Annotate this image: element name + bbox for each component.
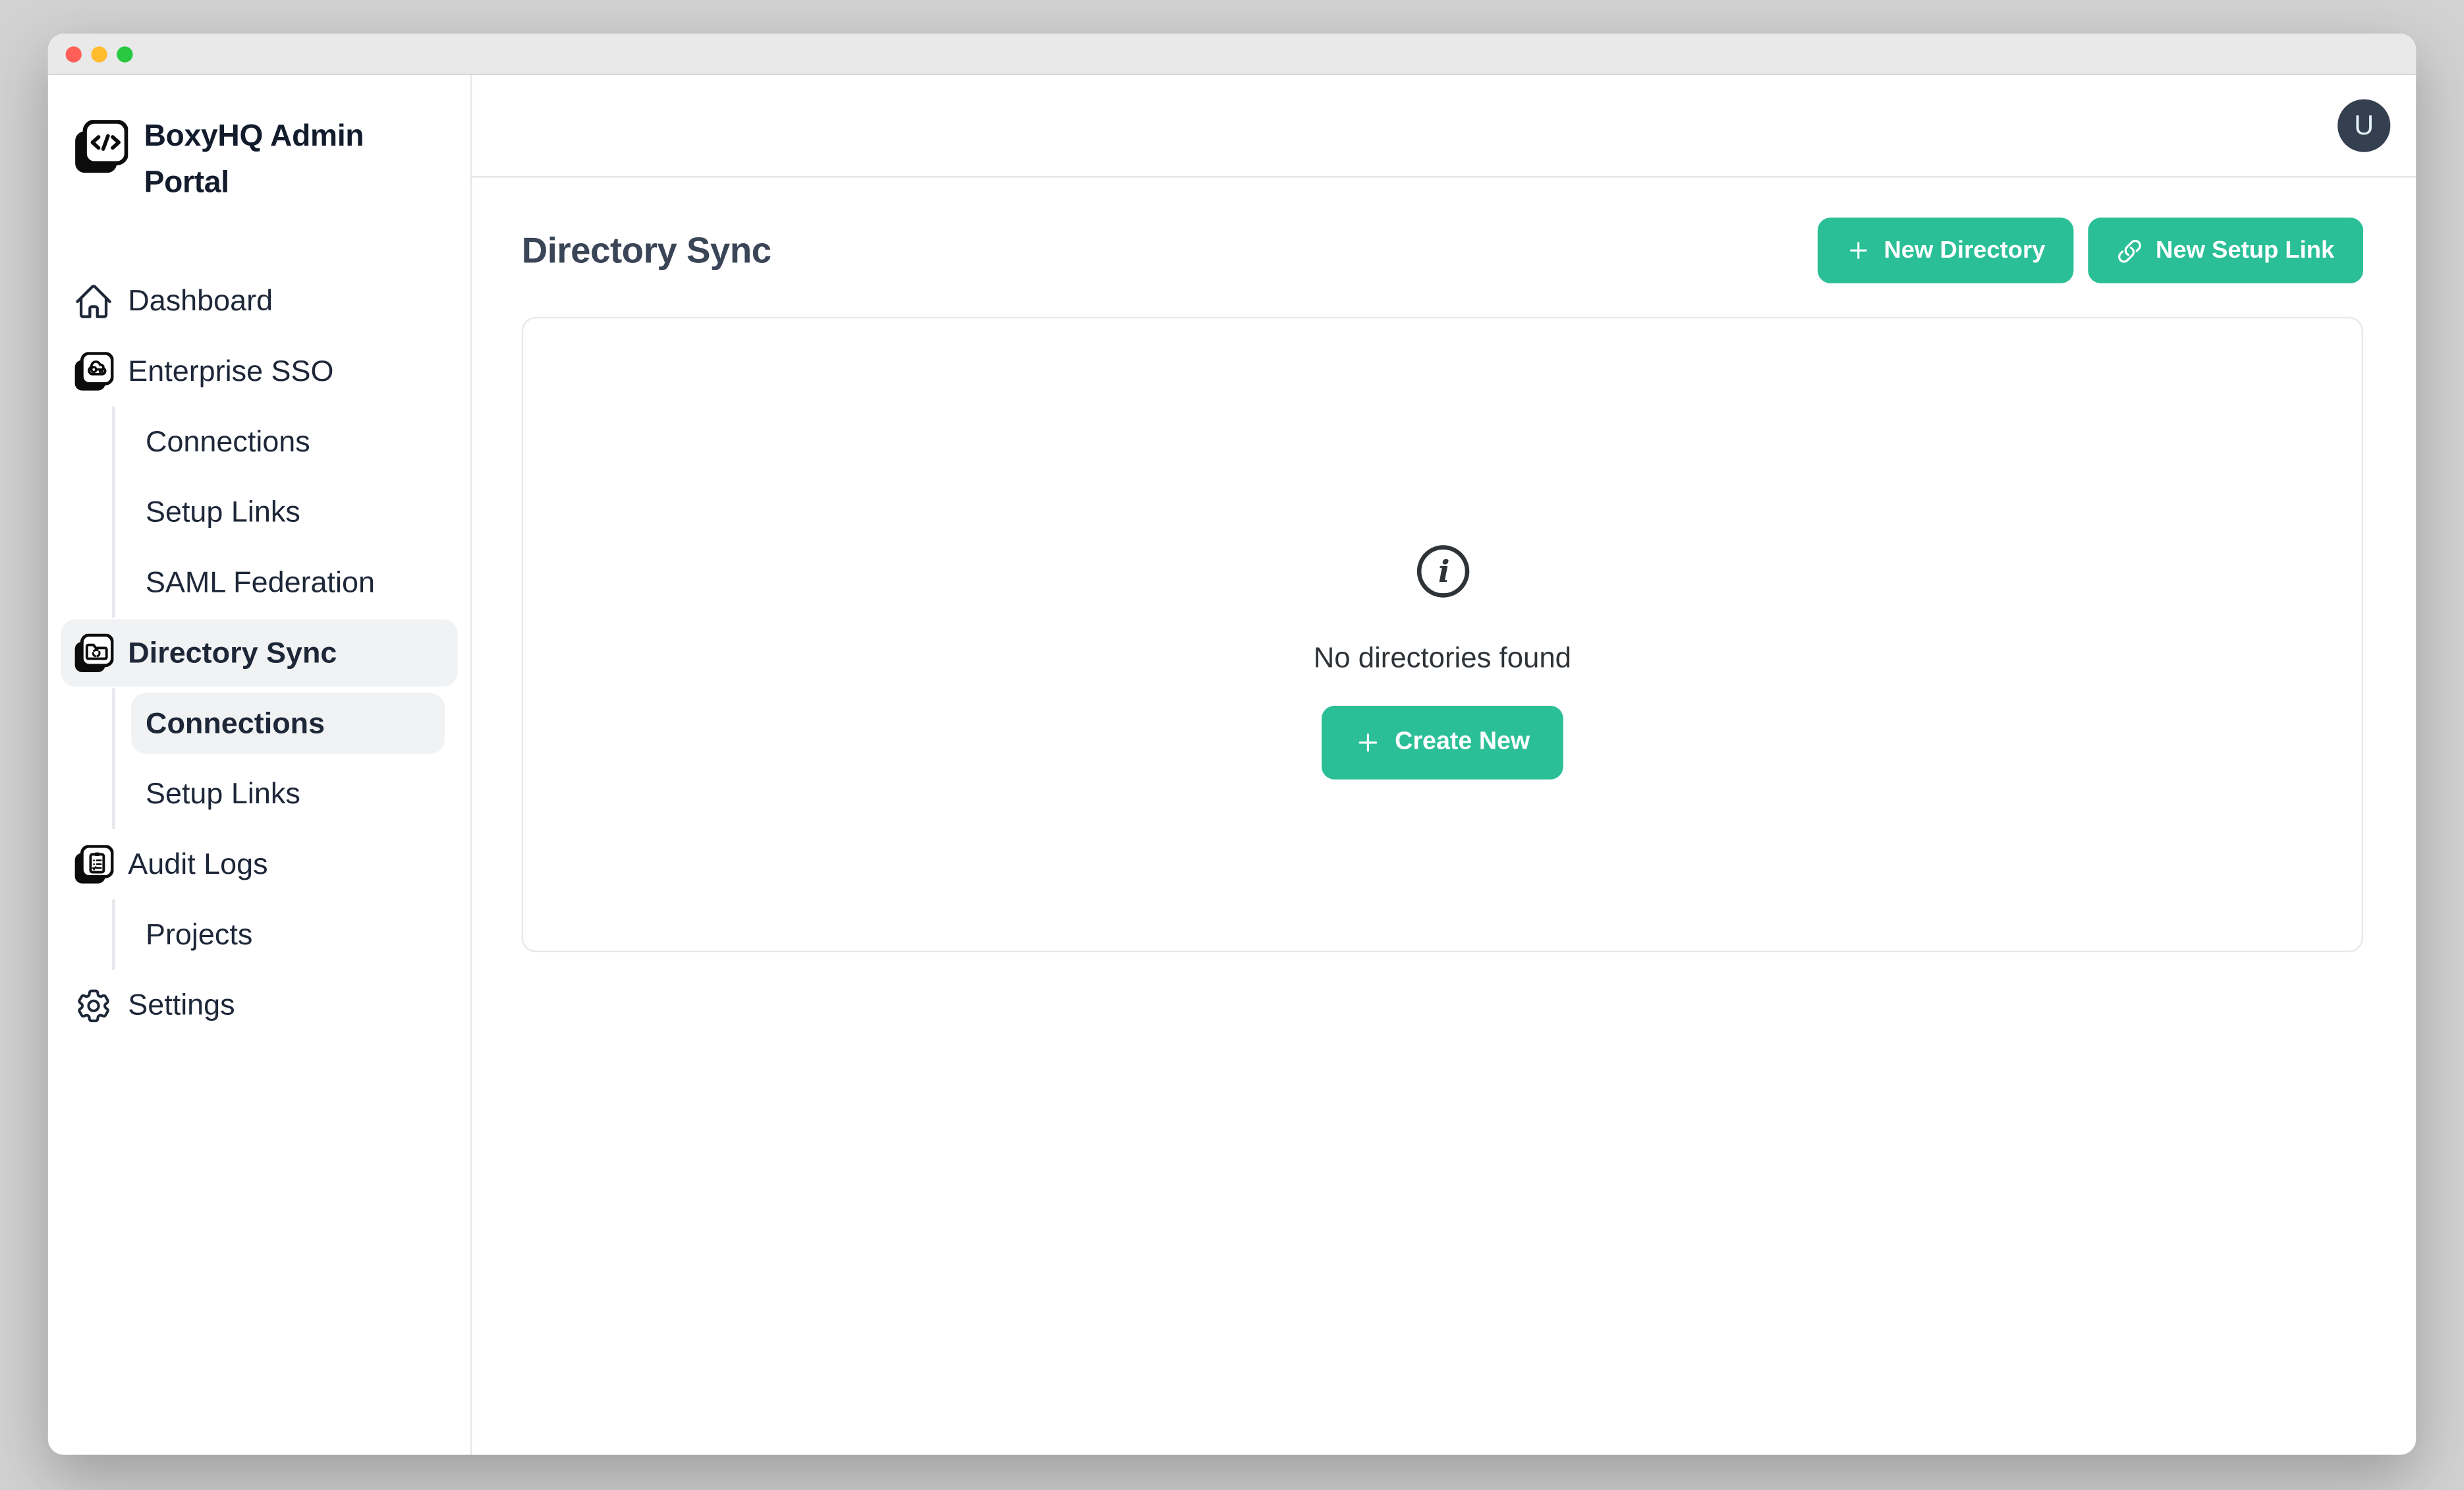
zoom-window-button[interactable] [117, 45, 132, 61]
audit-logs-sticker-icon [74, 844, 114, 884]
user-avatar[interactable]: U [2338, 100, 2390, 152]
sidebar-subitem-dsync-connections[interactable]: Connections [131, 693, 445, 754]
plus-icon [1355, 730, 1380, 755]
link-icon [2117, 238, 2143, 264]
directory-sync-submenu: Connections Setup Links [112, 688, 470, 829]
info-icon: i [1414, 542, 1471, 600]
sidebar-subitem-sso-setup-links[interactable]: Setup Links [115, 477, 470, 548]
sso-sticker-icon [74, 351, 114, 391]
sidebar-item-dashboard[interactable]: Dashboard [48, 266, 470, 336]
create-new-button[interactable]: Create New [1321, 706, 1563, 780]
main-area: U Directory Sync [472, 75, 2416, 1454]
minimize-window-button[interactable] [91, 45, 107, 61]
sidebar-subitem-sso-connections[interactable]: Connections [115, 407, 470, 477]
boxyhq-code-logo-icon [74, 120, 128, 175]
close-window-button[interactable] [66, 45, 82, 61]
plus-icon [1847, 239, 1871, 262]
desktop: BoxyHQ Admin Portal Dashboard [0, 0, 2464, 1490]
page-content: Directory Sync New Directory [472, 178, 2416, 1455]
sidebar-item-label: Audit Logs [128, 847, 267, 882]
sidebar-item-label: Directory Sync [128, 635, 337, 670]
topbar: U [472, 75, 2416, 177]
home-icon [74, 281, 114, 321]
sidebar-item-audit-logs[interactable]: Audit Logs [48, 829, 470, 900]
sidebar-subitem-projects[interactable]: Projects [115, 900, 470, 970]
new-directory-button[interactable]: New Directory [1818, 217, 2074, 283]
page-actions: New Directory New Setup Link [1818, 217, 2363, 283]
sidebar-subitem-dsync-setup-links[interactable]: Setup Links [115, 759, 470, 829]
sidebar-nav: Dashboard [48, 266, 470, 1040]
brand-logo-row[interactable]: BoxyHQ Admin Portal [48, 120, 470, 206]
sidebar-subitem-saml-federation[interactable]: SAML Federation [115, 548, 470, 618]
sidebar-item-enterprise-sso[interactable]: Enterprise SSO [48, 336, 470, 407]
audit-logs-submenu: Projects [112, 900, 470, 970]
sidebar-item-label: Enterprise SSO [128, 354, 333, 389]
gear-icon [74, 985, 114, 1025]
sidebar-item-label: Settings [128, 987, 235, 1022]
window-titlebar [48, 34, 2416, 75]
sidebar-item-directory-sync[interactable]: Directory Sync [61, 619, 457, 687]
new-setup-link-button[interactable]: New Setup Link [2088, 217, 2363, 283]
sidebar-item-label: Dashboard [128, 283, 273, 318]
directory-sync-sticker-icon [74, 633, 114, 673]
page-header: Directory Sync New Directory [522, 217, 2363, 283]
empty-state-message: No directories found [1314, 642, 1571, 675]
sidebar-item-settings[interactable]: Settings [48, 970, 470, 1041]
empty-state-card: i No directories found Create New [522, 317, 2363, 952]
svg-text:i: i [1438, 554, 1449, 589]
enterprise-sso-submenu: Connections Setup Links SAML Federation [112, 407, 470, 618]
app-window: BoxyHQ Admin Portal Dashboard [48, 34, 2416, 1455]
sidebar: BoxyHQ Admin Portal Dashboard [48, 75, 472, 1454]
page-title: Directory Sync [522, 229, 771, 271]
brand-title: BoxyHQ Admin Portal [144, 113, 364, 206]
